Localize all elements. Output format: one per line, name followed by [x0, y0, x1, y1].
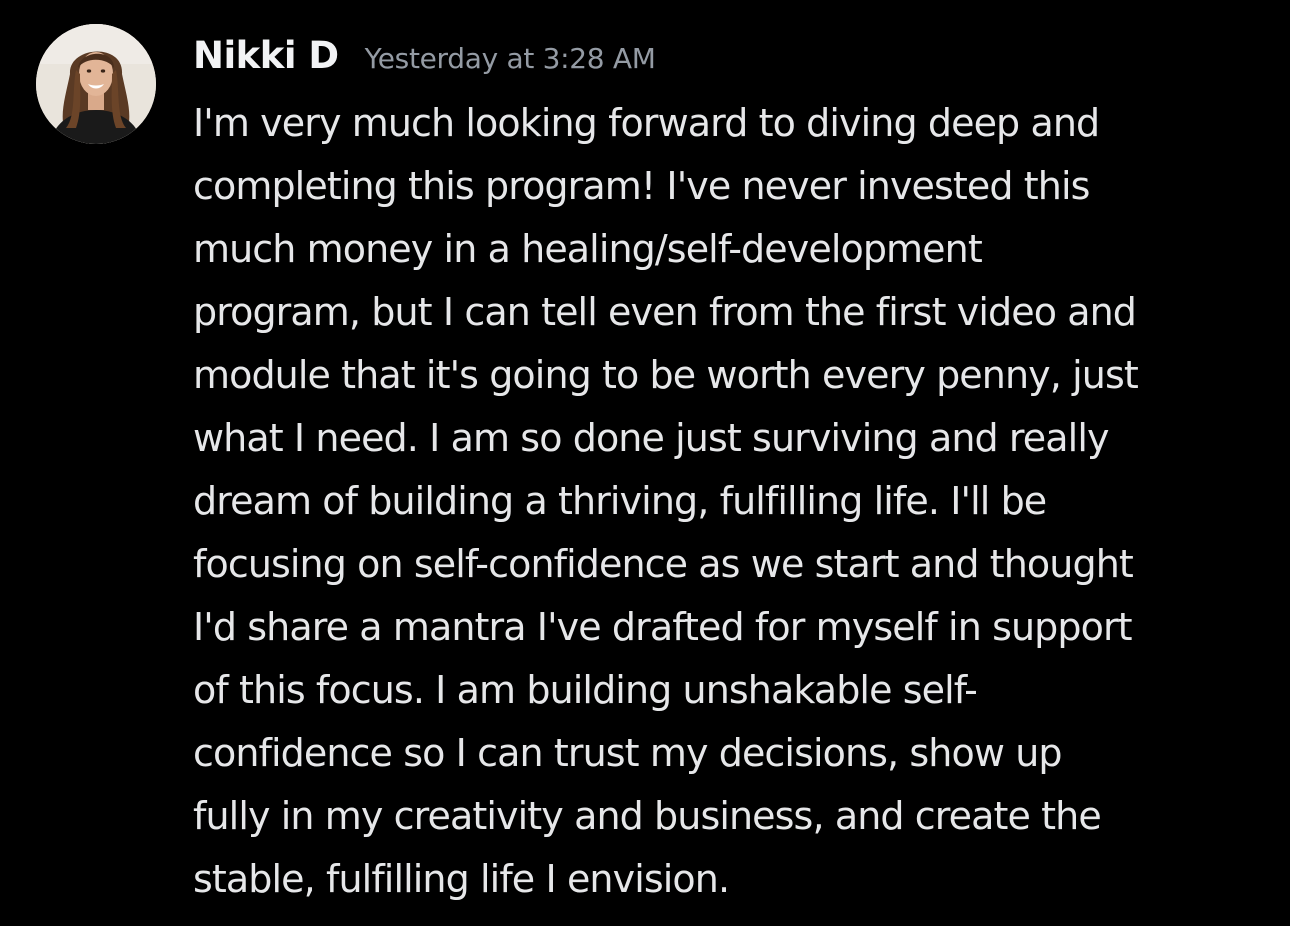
message-line: program, but I can tell even from the fi…	[193, 290, 1137, 334]
message-line: dream of building a thriving, fulfilling…	[193, 479, 1047, 523]
message-line: completing this program! I've never inve…	[193, 164, 1090, 208]
chat-message: Nikki D Yesterday at 3:28 AM I'm very mu…	[0, 0, 1290, 926]
message-line: much money in a healing/self-development	[193, 227, 983, 271]
message-line: confidence so I can trust my decisions, …	[193, 731, 1063, 775]
message-line: stable, fulfilling life I envision.	[193, 857, 730, 901]
message-line: I'd share a mantra I've drafted for myse…	[193, 605, 1133, 649]
author-name[interactable]: Nikki D	[193, 34, 339, 77]
user-avatar-icon	[36, 24, 156, 144]
message-header: Nikki D Yesterday at 3:28 AM	[193, 34, 656, 90]
message-line: what I need. I am so done just surviving…	[193, 416, 1109, 460]
message-line: module that it's going to be worth every…	[193, 353, 1139, 397]
message-line: focusing on self-confidence as we start …	[193, 542, 1134, 586]
avatar[interactable]	[36, 24, 156, 144]
message-timestamp[interactable]: Yesterday at 3:28 AM	[365, 42, 656, 75]
message-line: I'm very much looking forward to diving …	[193, 101, 1100, 145]
message-line: of this focus. I am building unshakable …	[193, 668, 978, 712]
message-line: fully in my creativity and business, and…	[193, 794, 1102, 838]
message-content: I'm very much looking forward to diving …	[193, 92, 1273, 911]
